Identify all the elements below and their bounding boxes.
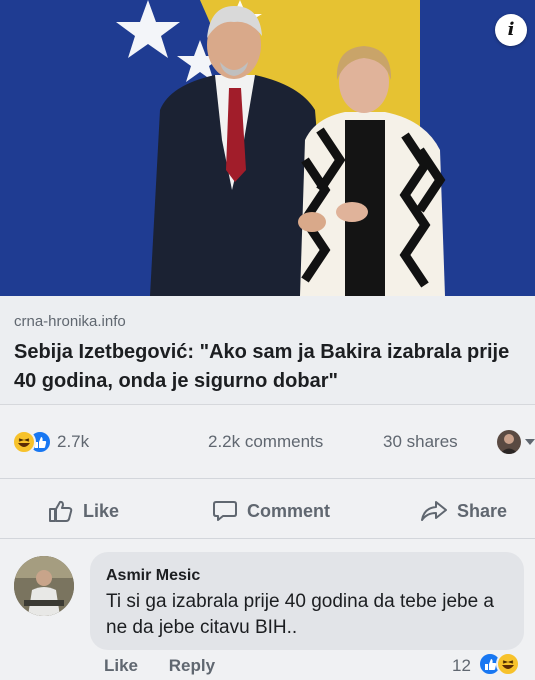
link-preview[interactable]: crna-hronika.info Sebija Izetbegović: "A… <box>0 296 535 405</box>
like-button[interactable]: Like <box>48 496 119 526</box>
comment-label: Comment <box>247 500 331 521</box>
divider <box>0 478 535 479</box>
comment-author[interactable]: Asmir Mesic <box>106 567 200 585</box>
share-button[interactable]: Share <box>420 496 507 526</box>
share-icon <box>421 501 447 521</box>
shares-count[interactable]: 30 shares <box>383 432 458 452</box>
divider <box>0 538 535 539</box>
share-label: Share <box>457 500 508 521</box>
chevron-down-icon[interactable] <box>525 439 535 445</box>
link-domain: crna-hronika.info <box>14 313 126 330</box>
engagement-stats: 2.7k 2.2k comments 30 shares <box>0 420 535 464</box>
reaction-count[interactable]: 2.7k <box>57 432 89 452</box>
haha-icon <box>496 652 520 676</box>
comment: Asmir Mesic Ti si ga izabrala prije 40 g… <box>0 550 535 680</box>
viewer-avatar[interactable] <box>497 430 521 454</box>
comment-icon <box>213 501 237 521</box>
post-actions: Like Comment Share <box>0 486 535 536</box>
haha-icon <box>12 430 36 454</box>
comment-reaction-count[interactable]: 12 <box>452 656 471 676</box>
comment-button[interactable]: Comment <box>212 496 330 526</box>
info-icon[interactable]: i <box>495 14 527 46</box>
link-headline[interactable]: Sebija Izetbegović: "Ako sam ja Bakira i… <box>14 338 524 396</box>
comment-bubble: Asmir Mesic Ti si ga izabrala prije 40 g… <box>90 552 524 650</box>
comment-reply-button[interactable]: Reply <box>169 656 215 676</box>
post-image[interactable]: i <box>0 0 535 296</box>
comment-text: Ti si ga izabrala prije 40 godina da teb… <box>106 591 494 638</box>
comment-like-button[interactable]: Like <box>104 656 138 676</box>
avatar[interactable] <box>14 556 74 616</box>
comment-actions: Like Reply <box>104 656 215 676</box>
comments-count[interactable]: 2.2k comments <box>208 432 323 452</box>
couple-photo <box>0 0 535 296</box>
thumbs-up-icon <box>49 500 73 522</box>
like-label: Like <box>83 500 120 521</box>
